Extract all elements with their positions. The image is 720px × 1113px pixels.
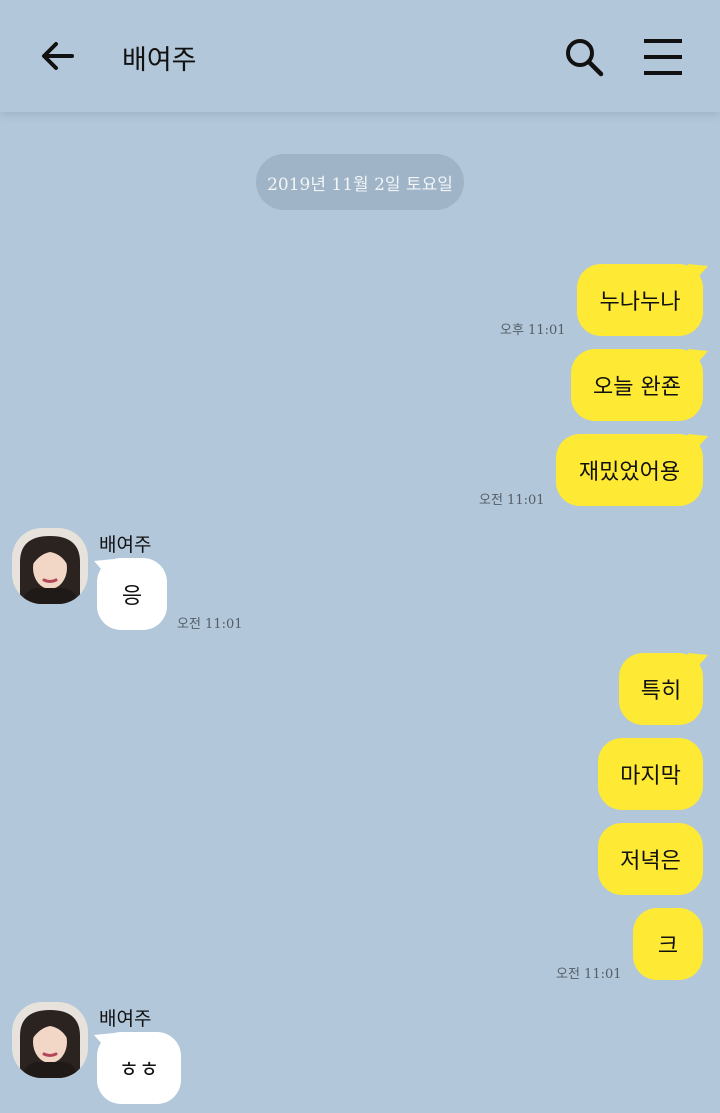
message-text: 재밌었어용 [578,460,681,485]
avatar[interactable] [12,528,88,604]
message-time: 오전 11:01 [479,493,545,508]
profile-photo [12,528,88,604]
date-divider: 2019년 11월 2일 토요일 [256,154,464,210]
message-text: 누나누나 [599,290,681,315]
message-text: 응 [121,584,143,609]
my-message-bubble[interactable]: 오늘 완죤 [571,349,703,421]
my-message-bubble[interactable]: 크 [633,908,703,980]
bubble-tail [688,264,708,284]
back-button[interactable] [36,36,80,80]
message-text: 저녁은 [620,849,681,874]
message-text: 마지막 [620,764,681,789]
search-icon [566,39,604,77]
my-message-bubble[interactable]: 저녁은 [598,823,703,895]
sender-name: 배여주 [99,1008,152,1030]
chat-title: 배여주 [122,45,197,76]
hamburger-menu-icon [644,39,682,75]
my-message-bubble[interactable]: 누나누나 [577,264,703,336]
profile-photo [12,1002,88,1078]
their-message-bubble[interactable]: ㅎㅎ [97,1032,181,1104]
search-button[interactable] [562,35,606,79]
message-time: 오전 11:01 [177,617,243,632]
message-text: ㅎㅎ [118,1058,160,1083]
message-text: 오늘 완죤 [593,375,681,400]
my-message-bubble[interactable]: 마지막 [598,738,703,810]
chat-header: 배여주 [0,0,720,112]
menu-button[interactable] [642,36,686,78]
avatar[interactable] [12,1002,88,1078]
message-text: 특히 [640,679,682,704]
message-text: 크 [657,934,679,959]
their-message-bubble[interactable]: 응 [97,558,167,630]
my-message-bubble[interactable]: 재밌었어용 [556,434,703,506]
bubble-tail [688,653,708,673]
sender-name: 배여주 [99,534,152,556]
message-time: 오전 11:01 [556,967,622,982]
arrow-left-icon [42,42,74,70]
message-time: 오후 11:01 [500,323,566,338]
bubble-tail [688,434,708,454]
bubble-tail [688,349,708,369]
